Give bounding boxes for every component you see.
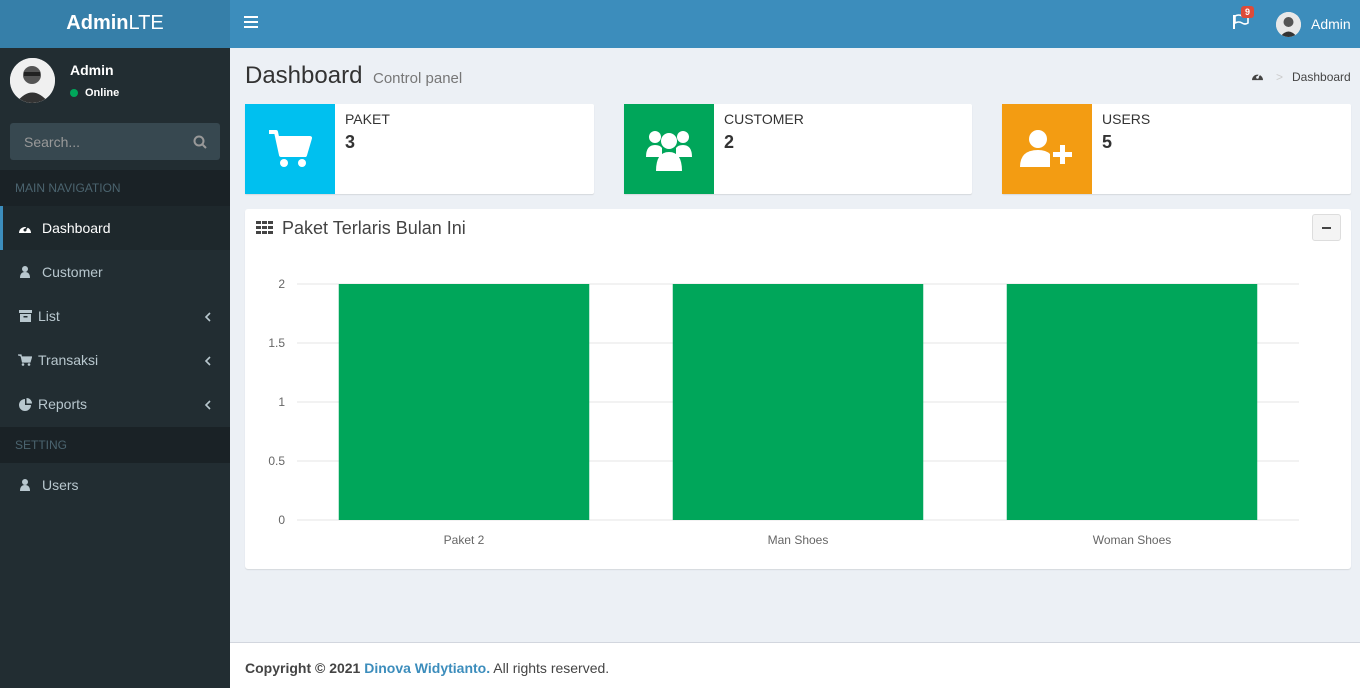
chevron-left-icon — [204, 354, 212, 366]
user-panel: Admin Online — [10, 58, 220, 104]
sidebar-item-label: Customer — [42, 264, 103, 280]
info-box-users: USERS 5 — [1002, 104, 1351, 194]
minus-icon — [1322, 226, 1331, 229]
status-label: Online — [85, 87, 120, 99]
section-main-navigation: MAIN NAVIGATION — [0, 170, 230, 206]
cart-icon — [245, 104, 335, 194]
y-tick-label: 1.5 — [268, 336, 285, 350]
sidebar-item-list[interactable]: List — [0, 294, 230, 338]
info-box-paket: PAKET 3 — [245, 104, 594, 194]
box-title: Paket Terlaris Bulan Ini — [282, 218, 466, 238]
bar — [338, 284, 590, 520]
user-menu[interactable]: Admin — [1276, 11, 1351, 37]
sidebar-item-label: Reports — [38, 396, 88, 412]
info-value: 5 — [1102, 132, 1113, 152]
y-tick-label: 0 — [278, 513, 285, 527]
x-tick-label: Paket 2 — [444, 533, 485, 547]
app-logo[interactable]: AdminLTE — [0, 0, 230, 48]
sidebar-item-transaksi[interactable]: Transaksi — [0, 338, 230, 382]
bar-chart: 0 0.5 1 1.5 2 Paket 2 Man Shoes Woman Shoes — [268, 277, 1299, 547]
bar — [1006, 284, 1258, 520]
chevron-left-icon — [204, 310, 212, 322]
sidebar-item-label: Transaksi — [38, 352, 99, 368]
info-label: PAKET — [345, 111, 390, 127]
info-value: 3 — [345, 132, 356, 152]
footer-author-link[interactable]: Dinova Widytianto. — [364, 660, 490, 676]
sidebar-item-label: List — [38, 308, 60, 324]
avatar — [10, 58, 55, 103]
page-subtitle: Control panel — [373, 70, 463, 87]
sidebar-item-label: Dashboard — [42, 220, 111, 236]
cart-icon — [18, 353, 32, 367]
dashboard-icon — [18, 221, 32, 235]
pie-chart-icon — [18, 397, 32, 411]
user-icon — [18, 265, 32, 279]
user-status: Online — [70, 87, 119, 99]
sidebar-item-users[interactable]: Users — [0, 463, 230, 507]
info-label: CUSTOMER — [724, 111, 804, 127]
info-value: 2 — [724, 132, 735, 152]
online-dot-icon — [70, 89, 78, 97]
grid-icon — [256, 221, 273, 239]
users-icon — [624, 104, 714, 194]
sidebar: Admin Online MAIN NAVIGATION Dashboard C… — [0, 48, 230, 688]
sidebar-item-reports[interactable]: Reports — [0, 382, 230, 426]
top-navbar: 9 Admin — [230, 0, 1360, 48]
x-tick-label: Woman Shoes — [1093, 533, 1172, 547]
collapse-button[interactable] — [1312, 214, 1341, 241]
sidebar-search — [10, 123, 220, 160]
footer-copyright: Copyright © 2021 — [245, 660, 361, 676]
chevron-left-icon — [204, 398, 212, 410]
info-label: USERS — [1102, 111, 1151, 127]
dashboard-icon[interactable] — [1251, 70, 1264, 84]
section-setting: SETTING — [0, 427, 230, 463]
archive-icon — [18, 309, 32, 323]
breadcrumb-separator: > — [1276, 70, 1284, 84]
logo-bold: Admin — [66, 12, 129, 34]
search-icon[interactable] — [193, 135, 207, 149]
breadcrumb-current: Dashboard — [1292, 70, 1351, 84]
notification-badge: 9 — [1241, 6, 1254, 18]
chart-box: Paket Terlaris Bulan Ini 0 0.5 1 1.5 2 Paket … — [245, 209, 1351, 569]
breadcrumb: > Dashboard — [1251, 70, 1351, 84]
user-name: Admin — [1311, 16, 1351, 32]
y-tick-label: 0.5 — [268, 454, 285, 468]
search-input[interactable] — [10, 123, 185, 160]
x-tick-label: Man Shoes — [768, 533, 829, 547]
user-icon — [18, 478, 32, 492]
sidebar-item-dashboard[interactable]: Dashboard — [0, 206, 230, 250]
y-tick-label: 1 — [278, 395, 285, 409]
info-box-customer: CUSTOMER 2 — [624, 104, 972, 194]
sidebar-item-label: Users — [42, 477, 79, 493]
logo-rest: LTE — [128, 12, 164, 34]
sidebar-user-name: Admin — [70, 62, 114, 78]
y-tick-label: 2 — [278, 277, 285, 291]
page-title: Dashboard — [245, 62, 363, 89]
sidebar-item-customer[interactable]: Customer — [0, 250, 230, 294]
footer: Copyright © 2021 Dinova Widytianto. All … — [230, 642, 1360, 688]
bar — [672, 284, 924, 520]
avatar — [1276, 11, 1301, 37]
user-plus-icon — [1002, 104, 1092, 194]
footer-rights: All rights reserved. — [493, 660, 610, 676]
sidebar-toggle-icon[interactable] — [244, 16, 258, 28]
